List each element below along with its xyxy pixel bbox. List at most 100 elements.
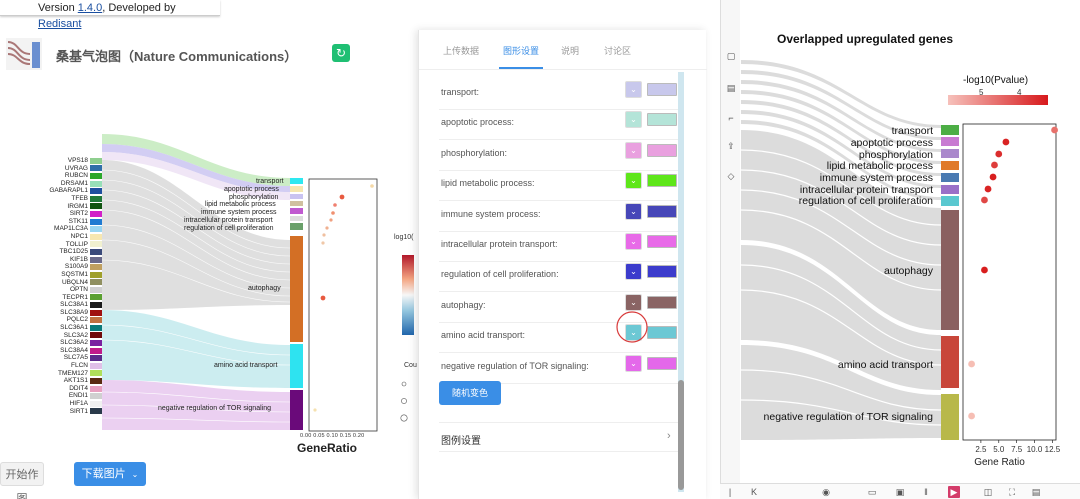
monitor-icon[interactable]: ▣ [894,486,906,498]
gene-name: TFEB [71,194,88,202]
category-block [941,185,959,194]
chevron-down-icon: ⌄ [630,176,637,186]
layer-icon[interactable]: ▤ [725,82,737,94]
prev-icon[interactable]: K [748,486,760,498]
gene-name: GABARAPL1 [49,187,88,195]
color-picker-button[interactable]: ⌄ [625,293,642,311]
color-setting-row: transport: ⌄ [439,80,679,110]
active-tab-indicator [499,67,543,69]
crop-icon[interactable]: ⌐ [725,112,737,124]
pin-icon[interactable]: ⇪ [725,140,737,152]
gene-row: SIRT1 [40,408,102,416]
gene-color-swatch [90,180,102,187]
tab-graphic-settings[interactable]: 图形设置 [503,44,539,57]
refresh-button[interactable]: ↻ [332,44,350,62]
gene-color-swatch [90,279,102,286]
first-page-icon[interactable]: | [724,486,736,498]
data-point [989,173,997,181]
gene-name: UBQLN4 [61,278,88,286]
draw-button[interactable]: 开始作图 [0,462,44,499]
color-setting-row: regulation of cell proliferation: ⌄ [439,262,679,293]
gene-name: SLC36A2 [60,339,88,347]
chevron-down-icon: ⌄ [630,206,637,216]
gene-row: MAP1LC3A [40,225,102,233]
gene-row: SLC7A5 [40,354,102,362]
gene-name: ENDI1 [68,392,88,400]
layout-icon[interactable]: ◫ [982,486,994,498]
color-picker-button[interactable]: ⌄ [625,263,642,281]
color-picker-button[interactable]: ⌄ [625,233,642,250]
x-tick-label: 7.5 [1011,445,1023,454]
app-title: 桑基气泡图（Nature Communications） [56,49,298,64]
gene-color-swatch [90,226,102,233]
tab-upload-data[interactable]: 上传数据 [443,44,479,57]
left-bubble-plot [308,178,378,432]
window-icon[interactable]: ▢ [725,50,737,62]
legend-settings-collapse[interactable]: 图例设置 › [439,422,679,452]
category-label: lipid metabolic process [827,160,933,172]
gene-row: DRSAM1 [40,180,102,188]
color-setting-label: phosphorylation: [441,147,508,158]
color-picker-button[interactable]: ⌄ [625,354,642,372]
gene-name: SLC38A9 [60,308,88,316]
gene-name: SLC38A1 [60,301,88,309]
gene-color-swatch [90,271,102,278]
panel-scrollbar-thumb[interactable] [678,380,684,490]
gene-color-swatch [90,218,102,225]
left-colorbar [402,255,414,335]
color-picker-button[interactable]: ⌄ [625,172,642,190]
random-color-button[interactable]: 随机变色 [439,381,501,405]
gene-row: TMEM127 [40,370,102,378]
tab-instructions[interactable]: 说明 [561,44,579,57]
fit-icon[interactable]: ⛶ [1006,486,1018,498]
category-label: immune system process [820,172,933,184]
gene-name: SLC7A5 [63,354,88,362]
color-setting-row: negative regulation of TOR signaling: ⌄ [439,354,679,384]
eye-icon[interactable]: ◉ [820,486,832,498]
side-toolbar: ▢ ▤ ⌐ ⇪ ◇ [720,0,740,499]
data-point [968,360,975,368]
color-picker-button[interactable]: ⌄ [625,111,642,129]
gene-row: TECPR1 [40,294,102,302]
x-tick-label: 10.0 [1027,445,1043,454]
color-picker-button[interactable]: ⌄ [625,202,642,220]
data-point [984,185,992,193]
left-term-aminoacid: amino acid transport [214,362,278,369]
chevron-down-icon: ⌄ [630,85,637,94]
color-setting-label: immune system process: [441,208,541,219]
gene-row: SLC3A2 [40,332,102,340]
gene-color-swatch [90,378,102,385]
left-count-legend [400,381,408,422]
gene-name: HIF1A [69,400,88,407]
gene-name: OPTN [69,286,88,294]
gene-row: ENDI1 [40,392,102,400]
download-label: 下载图片 [81,468,126,480]
fullscreen-icon[interactable]: ▤ [1030,486,1042,498]
tag-icon[interactable]: ◇ [725,170,737,182]
right-bubble-chart: transportapoptotic processphosphorylatio… [764,123,1061,468]
plot-frame [962,123,1057,441]
play-icon[interactable]: ▶ [948,486,960,498]
color-preview-bar [647,326,677,340]
settings-panel: 上传数据 图形设置 说明 讨论区 transport: ⌄ apoptotic pr… [418,30,707,499]
gene-name: TBC1D25 [59,248,88,256]
color-picker-button[interactable]: ⌄ [625,81,642,98]
color-setting-label: negative regulation of TOR signaling: [441,360,589,371]
category-label: apoptotic process [851,137,933,149]
split-icon[interactable]: ‖ [920,486,932,498]
color-setting-row: intracellular protein transport: ⌄ [439,232,679,262]
version-link[interactable]: 1.4.0 [78,2,102,14]
gene-row: OPTN [40,286,102,294]
left-count-title: Cou [404,362,417,369]
gene-row: SLC38A4 [40,347,102,355]
color-picker-button[interactable]: ⌄ [625,141,642,159]
legend-settings-label: 图例设置 [441,436,481,447]
color-setting-label: apoptotic process: [441,117,515,128]
data-point [995,150,1003,158]
save-icon[interactable]: ▭ [866,486,878,498]
gene-color-swatch [90,400,102,407]
download-button[interactable]: 下载图片 ⌄ [74,462,146,486]
tab-discussion[interactable]: 讨论区 [604,44,631,57]
author-link[interactable]: Redisant [38,18,81,30]
category-label: regulation of cell proliferation [799,195,933,207]
